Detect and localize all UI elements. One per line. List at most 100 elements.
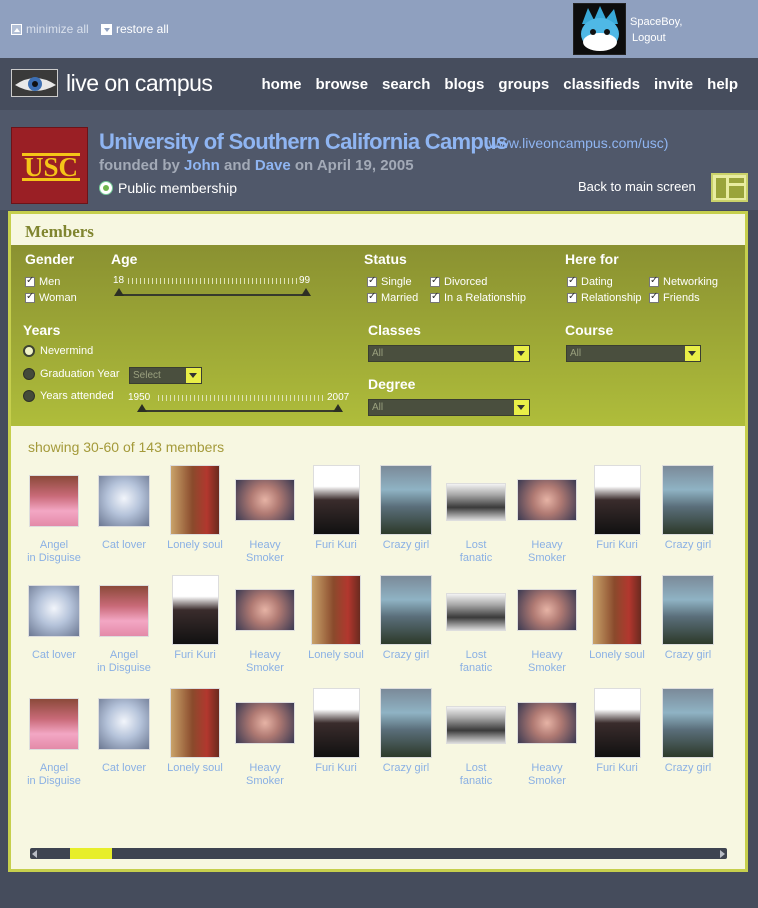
member-name[interactable]: Heavy Smoker — [510, 762, 584, 788]
member-card[interactable]: Furi Kuri — [580, 465, 654, 552]
nav-invite[interactable]: invite — [654, 76, 693, 93]
member-photo[interactable] — [235, 589, 295, 631]
member-card[interactable]: Crazy girl — [651, 465, 725, 552]
member-card[interactable]: Furi Kuri — [299, 688, 373, 775]
member-card[interactable]: Lost fanatic — [439, 688, 513, 788]
member-name[interactable]: Heavy Smoker — [228, 762, 302, 788]
member-card[interactable]: Crazy girl — [369, 688, 443, 775]
member-photo[interactable] — [312, 465, 360, 535]
scroll-right-icon[interactable] — [720, 850, 725, 858]
member-card[interactable]: Heavy Smoker — [510, 575, 584, 675]
member-card[interactable]: Angel in Disguise — [17, 465, 91, 565]
member-photo[interactable] — [28, 585, 80, 637]
nav-browse[interactable]: browse — [316, 76, 369, 93]
avatar[interactable] — [573, 3, 626, 55]
member-card[interactable]: Heavy Smoker — [510, 465, 584, 565]
member-photo[interactable] — [29, 475, 79, 527]
member-card[interactable]: Cat lover — [87, 465, 161, 552]
member-card[interactable]: Furi Kuri — [580, 688, 654, 775]
member-photo[interactable] — [380, 688, 432, 758]
member-card[interactable]: Lost fanatic — [439, 465, 513, 565]
member-card[interactable]: Crazy girl — [369, 575, 443, 662]
member-card[interactable]: Angel in Disguise — [17, 688, 91, 788]
member-name[interactable]: Heavy Smoker — [228, 649, 302, 675]
member-name[interactable]: Heavy Smoker — [228, 539, 302, 565]
member-name[interactable]: Lonely soul — [158, 762, 232, 775]
member-photo[interactable] — [446, 706, 506, 744]
member-card[interactable]: Cat lover — [17, 575, 91, 662]
member-name[interactable]: Furi Kuri — [158, 649, 232, 662]
logout-link[interactable]: Logout — [632, 32, 666, 44]
scroll-left-icon[interactable] — [32, 850, 37, 858]
member-photo[interactable] — [446, 593, 506, 631]
gender-men-checkbox[interactable]: Men — [25, 275, 60, 288]
member-name[interactable]: Lonely soul — [580, 649, 654, 662]
member-name[interactable]: Lonely soul — [299, 649, 373, 662]
years-min-handle[interactable] — [137, 404, 147, 412]
member-photo[interactable] — [312, 688, 360, 758]
age-slider-track[interactable] — [118, 294, 308, 296]
member-photo[interactable] — [592, 575, 642, 645]
member-photo[interactable] — [517, 479, 577, 521]
member-card[interactable]: Heavy Smoker — [228, 465, 302, 565]
nav-classifieds[interactable]: classifieds — [563, 76, 640, 93]
member-photo[interactable] — [235, 479, 295, 521]
member-card[interactable]: Lost fanatic — [439, 575, 513, 675]
member-card[interactable]: Crazy girl — [651, 688, 725, 775]
member-card[interactable]: Lonely soul — [158, 465, 232, 552]
member-photo[interactable] — [235, 702, 295, 744]
member-card[interactable]: Heavy Smoker — [228, 688, 302, 788]
course-select[interactable]: All — [566, 345, 701, 362]
member-name[interactable]: Heavy Smoker — [510, 649, 584, 675]
member-photo[interactable] — [662, 688, 714, 758]
member-photo[interactable] — [311, 575, 361, 645]
here-for-friends-checkbox[interactable]: Friends — [649, 291, 700, 304]
member-photo[interactable] — [517, 589, 577, 631]
member-name[interactable]: Furi Kuri — [580, 762, 654, 775]
member-name[interactable]: Crazy girl — [651, 762, 725, 775]
member-name[interactable]: Furi Kuri — [299, 762, 373, 775]
member-name[interactable]: Crazy girl — [369, 649, 443, 662]
member-card[interactable]: Cat lover — [87, 688, 161, 775]
here-for-dating-checkbox[interactable]: Dating — [567, 275, 613, 288]
member-card[interactable]: Lonely soul — [580, 575, 654, 662]
member-photo[interactable] — [29, 698, 79, 750]
status-divorced-checkbox[interactable]: Divorced — [430, 275, 487, 288]
campus-url[interactable]: (www.liveoncampus.com/usc) — [484, 135, 668, 151]
member-name[interactable]: Lost fanatic — [439, 649, 513, 675]
status-single-checkbox[interactable]: Single — [367, 275, 412, 288]
member-name[interactable]: Lost fanatic — [439, 539, 513, 565]
member-name[interactable]: Angel in Disguise — [17, 539, 91, 565]
nav-search[interactable]: search — [382, 76, 430, 93]
degree-select[interactable]: All — [368, 399, 530, 416]
nav-blogs[interactable]: blogs — [444, 76, 484, 93]
member-name[interactable]: Angel in Disguise — [17, 762, 91, 788]
years-graduation-radio[interactable]: Graduation Year — [23, 368, 120, 380]
member-photo[interactable] — [593, 465, 641, 535]
here-for-relationship-checkbox[interactable]: Relationship — [567, 291, 642, 304]
scrollbar-thumb[interactable] — [70, 848, 112, 859]
member-name[interactable]: Furi Kuri — [299, 539, 373, 552]
member-photo[interactable] — [662, 575, 714, 645]
member-photo[interactable] — [98, 475, 150, 527]
member-card[interactable]: Furi Kuri — [158, 575, 232, 662]
member-name[interactable]: Cat lover — [87, 762, 161, 775]
member-name[interactable]: Crazy girl — [369, 539, 443, 552]
member-card[interactable]: Heavy Smoker — [228, 575, 302, 675]
layout-icon[interactable] — [711, 173, 748, 202]
horizontal-scrollbar[interactable] — [30, 848, 727, 859]
member-photo[interactable] — [446, 483, 506, 521]
member-name[interactable]: Heavy Smoker — [510, 539, 584, 565]
member-photo[interactable] — [380, 465, 432, 535]
nav-home[interactable]: home — [262, 76, 302, 93]
member-name[interactable]: Cat lover — [87, 539, 161, 552]
member-card[interactable]: Crazy girl — [369, 465, 443, 552]
member-photo[interactable] — [171, 575, 219, 645]
eye-logo-icon[interactable] — [11, 69, 58, 97]
member-name[interactable]: Cat lover — [17, 649, 91, 662]
member-photo[interactable] — [170, 465, 220, 535]
member-card[interactable]: Heavy Smoker — [510, 688, 584, 788]
member-photo[interactable] — [170, 688, 220, 758]
nav-groups[interactable]: groups — [498, 76, 549, 93]
founder-link[interactable]: John — [184, 157, 220, 174]
